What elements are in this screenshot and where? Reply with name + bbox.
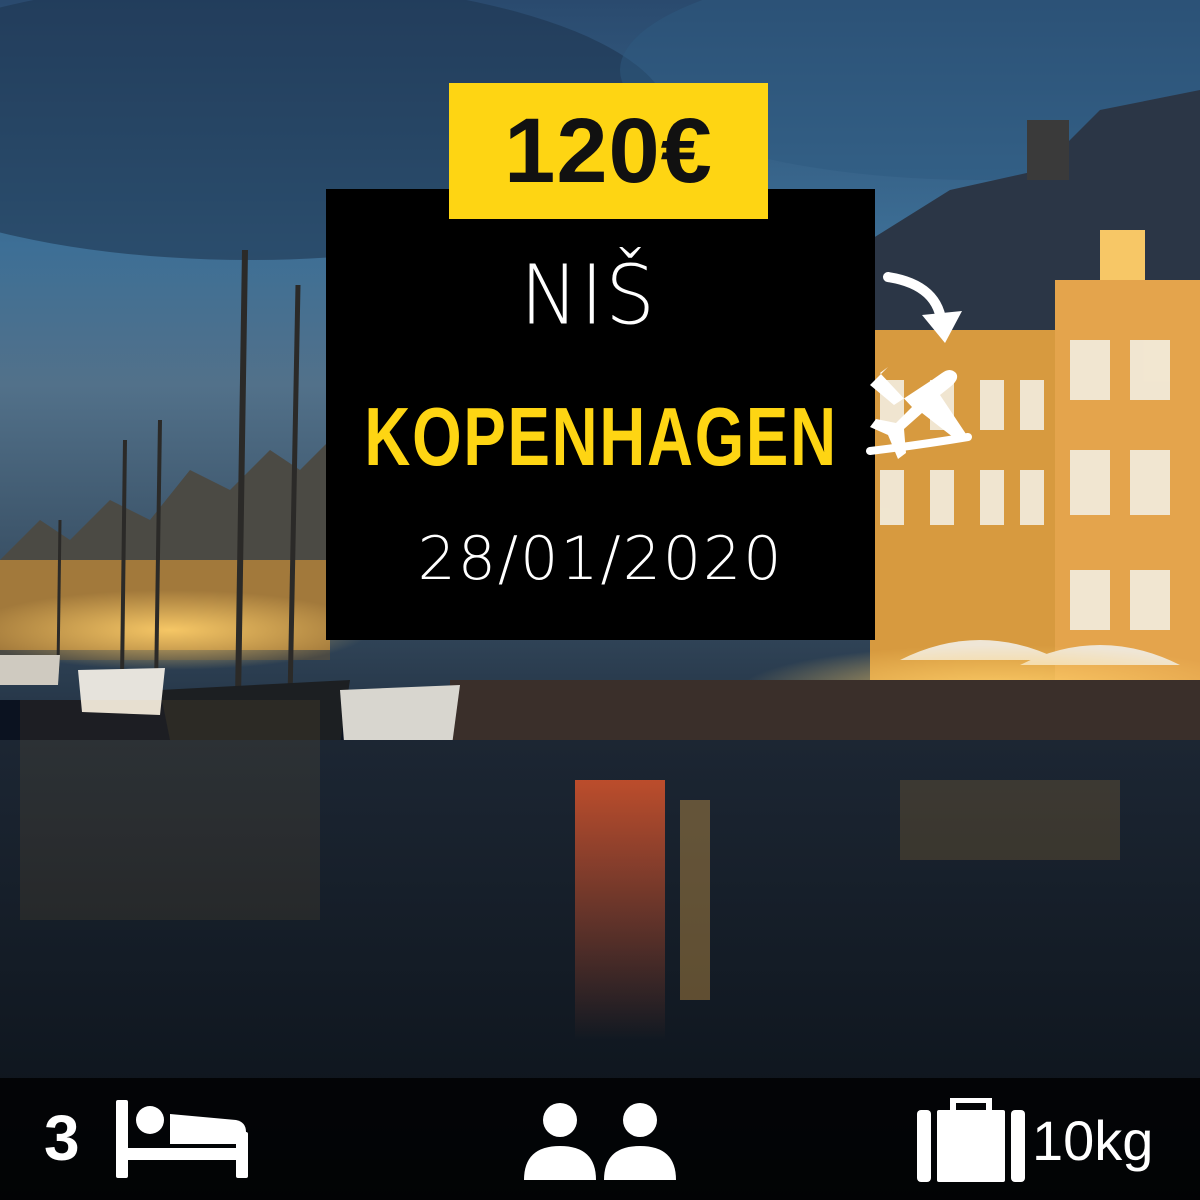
price-tag: 120€ (449, 83, 768, 219)
suitcase-icon (917, 1098, 1025, 1182)
details-bar: 3 10kg (0, 1078, 1200, 1200)
bed-icon (116, 1100, 248, 1178)
curved-arrow-icon (883, 272, 962, 343)
travel-date: 28/01/2020 (417, 524, 784, 594)
offer-card: NIŠ KOPENHAGEN 28/01/2020 (326, 189, 875, 640)
two-people-icon (524, 1103, 676, 1180)
destination-city: KOPENHAGEN (364, 390, 838, 483)
airplane-icon (866, 272, 972, 459)
luggage-allowance: 10kg (1032, 1109, 1154, 1172)
nights-count: 3 (44, 1102, 80, 1174)
origin-city: NIŠ (520, 248, 657, 344)
